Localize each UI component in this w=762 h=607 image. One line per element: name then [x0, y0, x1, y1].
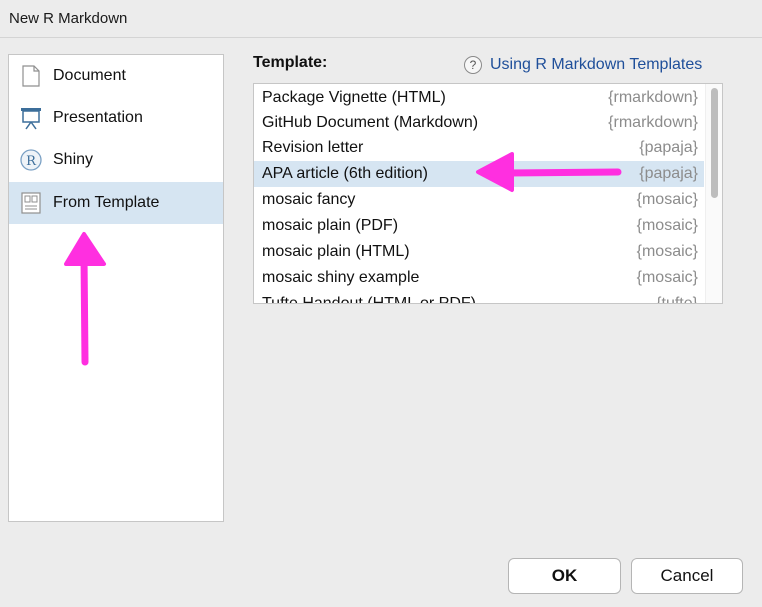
template-list-scrollbar[interactable]	[705, 84, 722, 303]
template-name: Revision letter	[262, 139, 364, 156]
sidebar-item-label: Presentation	[53, 109, 143, 126]
template-package: {mosaic}	[636, 191, 698, 208]
sidebar-item-label: Shiny	[53, 151, 94, 168]
ok-button[interactable]: OK	[508, 558, 621, 594]
up-arrow-annotation-icon	[64, 232, 106, 366]
sidebar-item-label: From Template	[53, 194, 160, 211]
template-icon	[19, 191, 43, 215]
presentation-icon	[19, 106, 43, 130]
left-arrow-annotation-icon	[476, 152, 622, 192]
template-package: {mosaic}	[636, 243, 698, 260]
sidebar-item-from-template[interactable]: From Template	[9, 182, 223, 224]
template-package: {mosaic}	[636, 269, 698, 286]
template-name: mosaic fancy	[262, 191, 356, 208]
sidebar-item-label: Document	[53, 67, 126, 84]
list-item[interactable]: Package Vignette (HTML) {rmarkdown}	[254, 85, 704, 111]
template-name: GitHub Document (Markdown)	[262, 114, 479, 131]
question-circle-icon[interactable]: ?	[464, 56, 482, 74]
list-item[interactable]: mosaic plain (HTML) {mosaic}	[254, 239, 704, 265]
template-name: Package Vignette (HTML)	[262, 89, 446, 106]
title-bar: New R Markdown	[0, 0, 762, 38]
template-name: Tufte Handout (HTML or PDF)	[262, 295, 476, 304]
scrollbar-thumb[interactable]	[711, 88, 718, 198]
template-name: APA article (6th edition)	[262, 165, 429, 182]
template-package: {papaja}	[639, 165, 698, 182]
template-package: {rmarkdown}	[608, 89, 698, 106]
list-item[interactable]: GitHub Document (Markdown) {rmarkdown}	[254, 110, 704, 136]
window-title: New R Markdown	[9, 10, 128, 27]
cancel-button[interactable]: Cancel	[631, 558, 743, 594]
shiny-r-icon: R	[19, 148, 43, 172]
template-package: {tufte}	[656, 295, 698, 304]
template-name: mosaic plain (HTML)	[262, 243, 410, 260]
document-type-sidebar: Document Presentation R Shiny From Templ…	[8, 54, 224, 522]
template-name: mosaic shiny example	[262, 269, 420, 286]
document-icon	[19, 64, 43, 88]
svg-text:R: R	[26, 154, 37, 169]
sidebar-item-shiny[interactable]: R Shiny	[9, 139, 223, 181]
sidebar-item-document[interactable]: Document	[9, 55, 223, 97]
template-package: {mosaic}	[636, 217, 698, 234]
list-item[interactable]: mosaic shiny example {mosaic}	[254, 265, 704, 291]
template-help[interactable]: ? Using R Markdown Templates	[464, 56, 702, 74]
list-item[interactable]: Tufte Handout (HTML or PDF) {tufte}	[254, 291, 704, 304]
sidebar-item-presentation[interactable]: Presentation	[9, 97, 223, 139]
template-heading: Template:	[253, 54, 328, 71]
template-package: {rmarkdown}	[608, 114, 698, 131]
templates-help-link[interactable]: Using R Markdown Templates	[490, 56, 702, 74]
template-package: {papaja}	[639, 139, 698, 156]
template-name: mosaic plain (PDF)	[262, 217, 399, 234]
list-item[interactable]: mosaic plain (PDF) {mosaic}	[254, 213, 704, 239]
